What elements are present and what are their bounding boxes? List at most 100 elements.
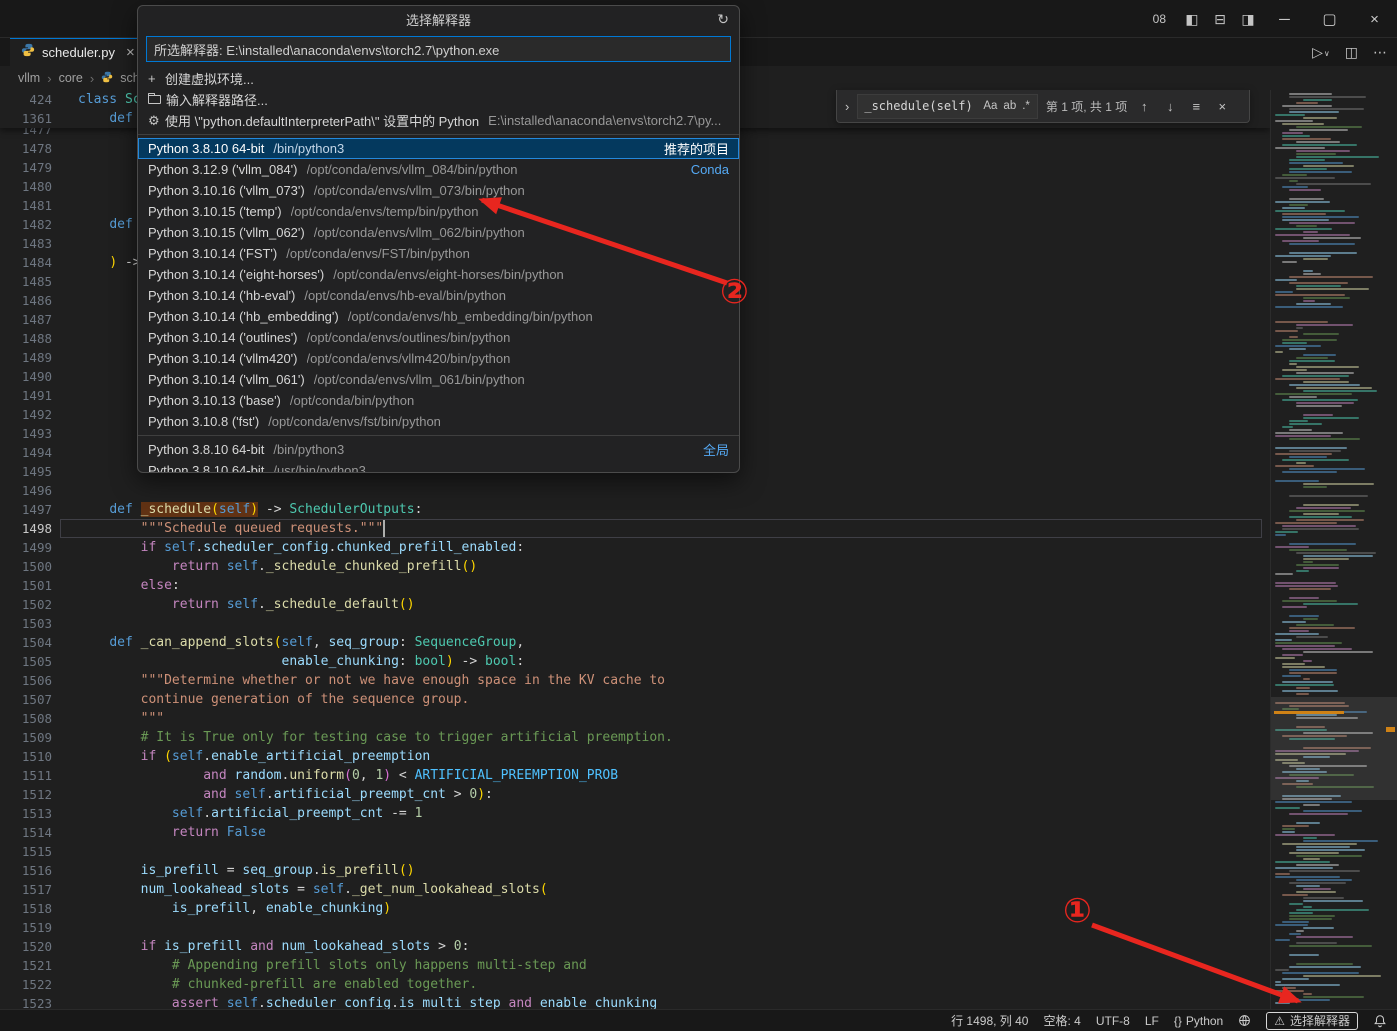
- interpreter-option[interactable]: Python 3.10.14 ('hb-eval') /opt/conda/env…: [138, 285, 739, 306]
- code-line[interactable]: 1508 """: [0, 709, 1270, 728]
- line-number[interactable]: 1513: [0, 804, 52, 823]
- split-editor-icon[interactable]: ◫: [1345, 44, 1358, 61]
- line-number[interactable]: 1483: [0, 234, 52, 253]
- line-number[interactable]: 1484: [0, 253, 52, 272]
- line-number[interactable]: 1508: [0, 709, 52, 728]
- notifications-bell-icon[interactable]: [1373, 1014, 1387, 1028]
- line-number[interactable]: 1500: [0, 557, 52, 576]
- regex-icon[interactable]: .*: [1019, 99, 1033, 113]
- line-number[interactable]: 1512: [0, 785, 52, 804]
- line-number[interactable]: 1486: [0, 291, 52, 310]
- line-number[interactable]: 1517: [0, 880, 52, 899]
- code-line[interactable]: 1496: [0, 481, 1270, 500]
- line-number[interactable]: 1489: [0, 348, 52, 367]
- interpreter-option[interactable]: Python 3.8.10 64-bit/bin/python3 推荐的项目: [138, 138, 739, 159]
- interpreter-search-input[interactable]: [146, 36, 731, 62]
- interpreter-option[interactable]: Python 3.10.15 ('vllm_062') /opt/conda/en…: [138, 222, 739, 243]
- code-line[interactable]: 1514 return False: [0, 823, 1270, 842]
- interpreter-option[interactable]: Python 3.10.16 ('vllm_073') /opt/conda/en…: [138, 180, 739, 201]
- line-number[interactable]: 1523: [0, 994, 52, 1009]
- code-line[interactable]: 1522 # chunked-prefill are enabled toget…: [0, 975, 1270, 994]
- code-line[interactable]: 1520 if is_prefill and num_lookahead_slo…: [0, 937, 1270, 956]
- line-number[interactable]: 1491: [0, 386, 52, 405]
- code-line[interactable]: 1510 if (self.enable_artificial_preempti…: [0, 747, 1270, 766]
- line-number[interactable]: 1495: [0, 462, 52, 481]
- encoding-status[interactable]: UTF-8: [1096, 1014, 1130, 1028]
- find-in-selection-icon[interactable]: ≡: [1187, 99, 1205, 114]
- line-number[interactable]: 1518: [0, 899, 52, 918]
- line-number[interactable]: 1519: [0, 918, 52, 937]
- line-number[interactable]: 1521: [0, 956, 52, 975]
- toggle-sidebar-icon[interactable]: ◧: [1178, 11, 1206, 28]
- code-line[interactable]: 1517 num_lookahead_slots = self._get_num…: [0, 880, 1270, 899]
- more-actions-icon[interactable]: ⋯: [1373, 44, 1387, 61]
- interpreter-option[interactable]: Python 3.10.15 ('temp') /opt/conda/envs/t…: [138, 201, 739, 222]
- interpreter-option[interactable]: Python 3.10.8 ('fst') /opt/conda/envs/fst…: [138, 411, 739, 432]
- interpreter-option[interactable]: Python 3.10.14 ('hb_embedding') /opt/cond…: [138, 306, 739, 327]
- interpreter-option[interactable]: Python 3.8.10 64-bit/bin/python3 全局: [138, 439, 739, 460]
- interpreter-option[interactable]: ⚙ 使用 \"python.defaultInterpreterPath\" 设置…: [138, 110, 739, 131]
- line-number[interactable]: 1520: [0, 937, 52, 956]
- code-line[interactable]: 1498 """Schedule queued requests.""": [0, 519, 1270, 538]
- code-line[interactable]: 1518 is_prefill, enable_chunking): [0, 899, 1270, 918]
- code-line[interactable]: 1513 self.artificial_preempt_cnt -= 1: [0, 804, 1270, 823]
- line-number[interactable]: 1522: [0, 975, 52, 994]
- toggle-replace-icon[interactable]: ›: [845, 99, 849, 114]
- line-number[interactable]: 1497: [0, 500, 52, 519]
- line-number[interactable]: 1514: [0, 823, 52, 842]
- line-number[interactable]: 1480: [0, 177, 52, 196]
- line-number[interactable]: 1494: [0, 443, 52, 462]
- code-line[interactable]: 1504 def _can_append_slots(self, seq_gro…: [0, 633, 1270, 652]
- line-number[interactable]: 1498: [0, 519, 52, 538]
- previous-match-icon[interactable]: ↑: [1135, 99, 1153, 114]
- line-number[interactable]: 1487: [0, 310, 52, 329]
- code-line[interactable]: 1519: [0, 918, 1270, 937]
- line-number[interactable]: 1510: [0, 747, 52, 766]
- line-number[interactable]: 1504: [0, 633, 52, 652]
- interpreter-option[interactable]: Python 3.10.14 ('FST') /opt/conda/envs/FS…: [138, 243, 739, 264]
- line-number[interactable]: 1481: [0, 196, 52, 215]
- line-number[interactable]: 1501: [0, 576, 52, 595]
- line-number[interactable]: 1496: [0, 481, 52, 500]
- line-number[interactable]: 1479: [0, 158, 52, 177]
- code-line[interactable]: 1523 assert self.scheduler_config.is_mul…: [0, 994, 1270, 1009]
- interpreter-option[interactable]: Python 3.8.10 64-bit/usr/bin/python3: [138, 460, 739, 472]
- line-number[interactable]: 1478: [0, 139, 52, 158]
- tab-scheduler-py[interactable]: scheduler.py ×: [10, 38, 147, 66]
- eol-status[interactable]: LF: [1145, 1014, 1159, 1028]
- line-number[interactable]: 1499: [0, 538, 52, 557]
- restore-button[interactable]: ▢: [1307, 0, 1352, 38]
- breadcrumb-root[interactable]: vllm: [18, 71, 40, 85]
- line-number[interactable]: 1485: [0, 272, 52, 291]
- line-number[interactable]: 1511: [0, 766, 52, 785]
- minimap[interactable]: [1270, 90, 1397, 1009]
- interpreter-option[interactable]: Python 3.12.9 ('vllm_084') /opt/conda/env…: [138, 159, 739, 180]
- toggle-secondary-sidebar-icon[interactable]: ◨: [1234, 11, 1262, 28]
- line-number[interactable]: 1503: [0, 614, 52, 633]
- code-line[interactable]: 1507 continue generation of the sequence…: [0, 690, 1270, 709]
- code-line[interactable]: 1499 if self.scheduler_config.chunked_pr…: [0, 538, 1270, 557]
- interpreter-option[interactable]: Python 3.10.14 ('vllm420') /opt/conda/env…: [138, 348, 739, 369]
- line-number[interactable]: 1507: [0, 690, 52, 709]
- line-number[interactable]: 1516: [0, 861, 52, 880]
- code-line[interactable]: 1502 return self._schedule_default(): [0, 595, 1270, 614]
- close-button[interactable]: ×: [1352, 0, 1397, 38]
- line-number[interactable]: 1482: [0, 215, 52, 234]
- line-number[interactable]: 1361: [0, 109, 52, 128]
- code-line[interactable]: 1512 and self.artificial_preempt_cnt > 0…: [0, 785, 1270, 804]
- code-line[interactable]: 1505 enable_chunking: bool) -> bool:: [0, 652, 1270, 671]
- find-input[interactable]: [862, 98, 981, 114]
- line-number[interactable]: 1488: [0, 329, 52, 348]
- indentation-status[interactable]: 空格: 4: [1043, 1012, 1080, 1029]
- code-line[interactable]: 1501 else:: [0, 576, 1270, 595]
- tab-close-icon[interactable]: ×: [126, 44, 135, 61]
- cursor-position[interactable]: 行 1498, 列 40: [951, 1012, 1028, 1029]
- code-line[interactable]: 1521 # Appending prefill slots only happ…: [0, 956, 1270, 975]
- code-line[interactable]: 1509 # It is True only for testing case …: [0, 728, 1270, 747]
- code-line[interactable]: 1503: [0, 614, 1270, 633]
- interpreter-option[interactable]: 输入解释器路径...: [138, 89, 739, 110]
- code-line[interactable]: 1497 def _schedule(self) -> SchedulerOut…: [0, 500, 1270, 519]
- globe-icon[interactable]: [1238, 1014, 1251, 1027]
- line-number[interactable]: 1509: [0, 728, 52, 747]
- line-number[interactable]: 1493: [0, 424, 52, 443]
